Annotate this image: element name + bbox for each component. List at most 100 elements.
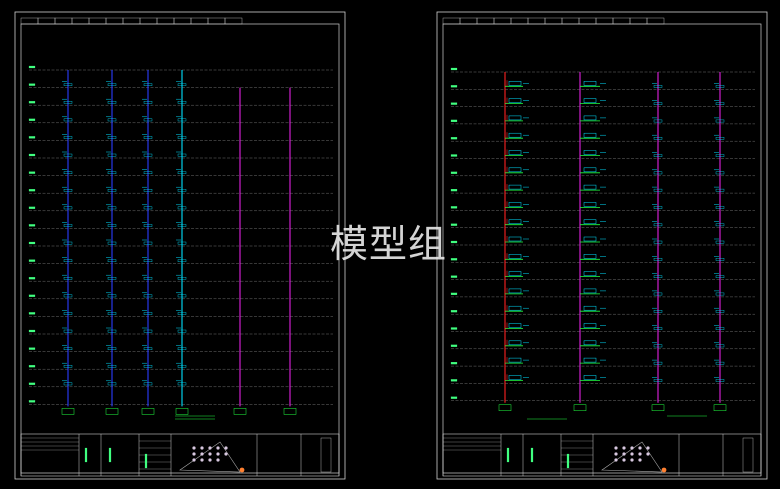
branch-fixture [508, 115, 522, 121]
top-tab-cell [527, 17, 546, 25]
key-plan-unit [208, 458, 212, 462]
branch-fixture [508, 323, 522, 328]
key-plan-unit [614, 446, 618, 450]
floor-elevation-label [450, 344, 458, 347]
key-plan-marker [661, 467, 667, 473]
floor-elevation-label [450, 327, 458, 330]
key-plan-unit [614, 452, 618, 456]
riser-base-fitting [61, 408, 75, 415]
branch-fixture [508, 202, 522, 207]
sheet-inner-frame [442, 23, 762, 474]
pipe-riser [651, 72, 665, 411]
top-tab-cell [190, 17, 209, 25]
branch-fixture [583, 236, 597, 242]
floor-elevation-label [28, 294, 36, 297]
floor-elevation-label [28, 277, 36, 280]
top-tab-cell [54, 17, 73, 25]
floor-elevation-label [450, 206, 458, 209]
top-tab-cell [20, 17, 39, 25]
branch-fixture [508, 167, 522, 173]
key-plan-unit [646, 452, 650, 456]
key-plan-unit [638, 452, 642, 456]
floor-elevation-label [28, 224, 36, 227]
top-tab-cell [122, 17, 141, 25]
key-plan-unit [630, 452, 634, 456]
watermark-text: 模型组 [330, 222, 448, 266]
floor-elevation-label [28, 83, 36, 86]
title-block-text [108, 447, 112, 463]
branch-fixture [508, 375, 522, 380]
floor-elevation-label [450, 258, 458, 261]
branch-fixture [508, 254, 522, 259]
key-plan-unit [208, 446, 212, 450]
top-tab-cell [442, 17, 461, 25]
floor-elevation-label [28, 347, 36, 350]
top-tab-cell [173, 17, 192, 25]
key-plan-unit [622, 446, 626, 450]
branch-fixture [583, 340, 597, 346]
floor-elevation-label [450, 362, 458, 365]
branch-fixture [583, 357, 597, 363]
floor-elevation-label [28, 153, 36, 157]
title-block [442, 433, 762, 477]
key-plan-unit [192, 446, 196, 450]
key-plan-unit [622, 458, 626, 462]
title-block-text [530, 447, 534, 463]
floor-elevation-label [450, 275, 458, 278]
key-plan-unit [200, 458, 204, 462]
top-tab-cell [139, 17, 158, 25]
branch-fixture [583, 288, 597, 294]
key-plan-unit [208, 452, 212, 456]
pipe-riser [713, 72, 727, 411]
top-tab-cell [578, 17, 597, 25]
floor-elevation-label [28, 259, 36, 262]
top-tab-cell [561, 17, 580, 25]
branch-fixture [583, 81, 597, 86]
floor-elevation-label [450, 310, 458, 313]
branch-fixture [508, 81, 522, 86]
branch-fixture [583, 184, 597, 190]
title-block-text [506, 447, 510, 463]
riser-base-fitting [573, 404, 587, 411]
branch-fixture [583, 202, 597, 207]
branch-fixture [583, 219, 597, 224]
key-plan-unit [224, 446, 228, 450]
floor-elevation-label [450, 102, 458, 105]
floor-elevation-label [450, 292, 458, 295]
title-block-text [566, 453, 570, 469]
floor-elevation-label [28, 189, 36, 192]
title-block [20, 433, 340, 477]
key-plan-unit [638, 446, 642, 450]
floor-elevation-label [28, 400, 36, 403]
branch-fixture [508, 305, 522, 311]
top-tab-cell [595, 17, 614, 25]
branch-fixture [583, 150, 597, 155]
floor-elevation-label [450, 119, 458, 123]
branch-fixture [508, 357, 522, 363]
top-tab-cell [476, 17, 495, 25]
top-tab-cell [156, 17, 175, 25]
sheet-outer-frame [14, 11, 346, 480]
pipe-riser [175, 70, 189, 415]
branch-fixture [508, 271, 522, 276]
top-tab-cell [224, 17, 243, 25]
top-tab-cell [71, 17, 90, 25]
riser-base-fitting [283, 408, 297, 415]
pipe-riser [573, 72, 606, 411]
branch-fixture [583, 375, 597, 380]
sheet-outer-frame [436, 11, 768, 480]
sheet-inner-frame [20, 23, 340, 474]
title-block-text [84, 447, 88, 463]
bottom-labels [175, 415, 215, 420]
floor-elevation-label [28, 206, 36, 209]
pipe-riser [233, 87, 247, 415]
floor-elevation-label [28, 118, 36, 121]
branch-fixture [583, 271, 597, 276]
floor-elevation-label [28, 171, 36, 174]
pipe-riser [61, 70, 75, 415]
top-tab-cell [544, 17, 563, 25]
branch-fixture [583, 167, 597, 173]
floor-elevation-label [450, 85, 458, 88]
key-plan-unit [614, 458, 618, 462]
floor-elevation-label [450, 379, 458, 382]
